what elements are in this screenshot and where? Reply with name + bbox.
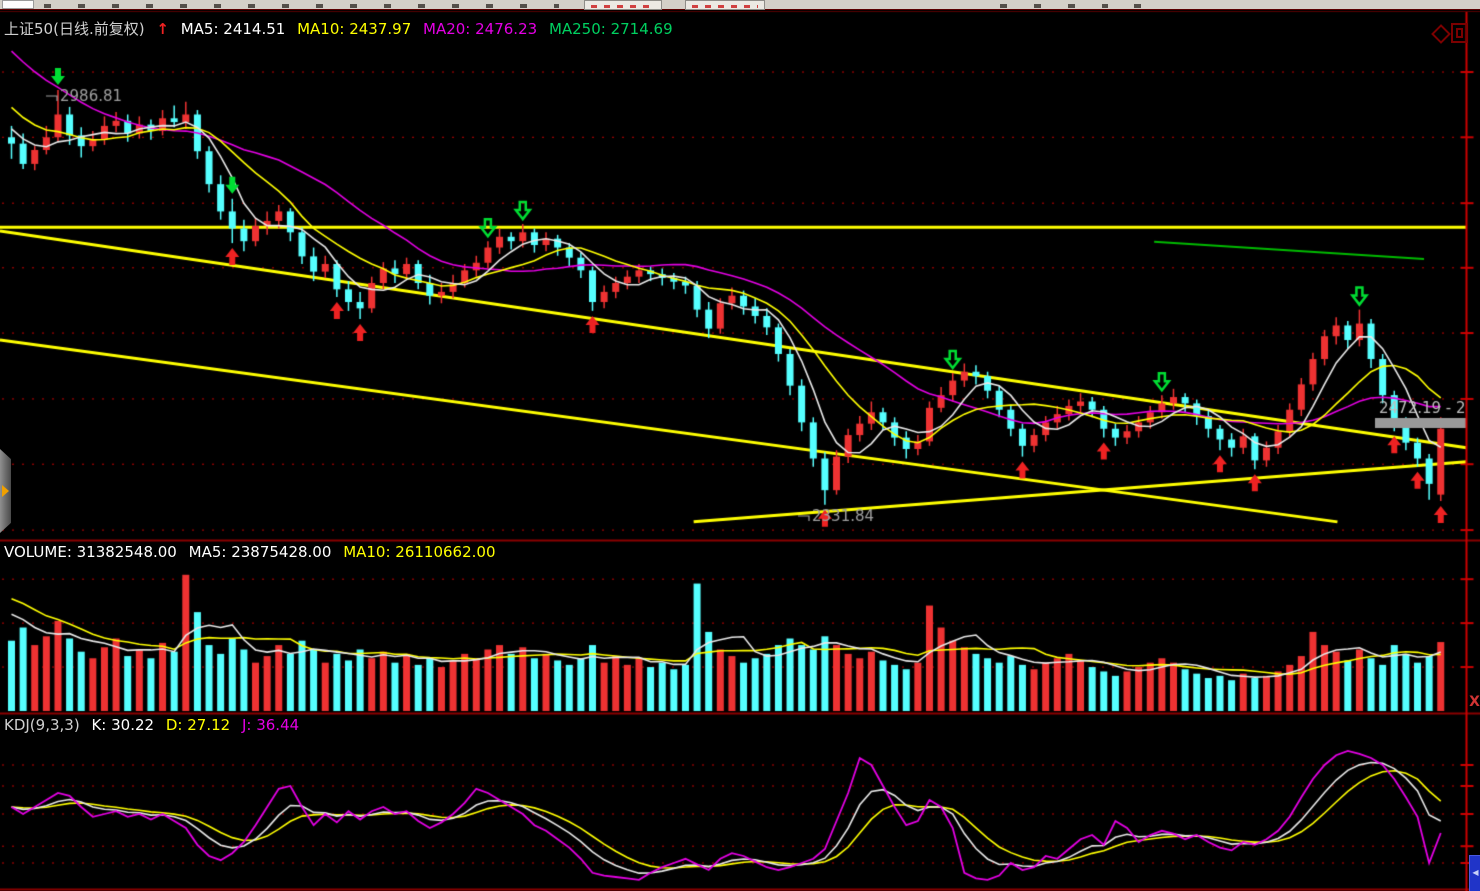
- main-chart-header: 上证50(日线.前复权) ↑ MA5: 2414.51 MA10: 2437.9…: [4, 21, 680, 38]
- kdj-header: KDJ(9,3,3) K: 30.22 D: 27.12 J: 36.44: [4, 717, 306, 734]
- volume-header: VOLUME: 31382548.00 MA5: 23875428.00 MA1…: [4, 544, 503, 561]
- ma5-value: MA5: 2414.51: [181, 20, 286, 38]
- menubar-text-fragments: [44, 4, 559, 8]
- kdj-d-value: D: 27.12: [166, 716, 230, 734]
- indicator-close-button[interactable]: X: [1469, 693, 1480, 712]
- sidebar-handle[interactable]: [0, 449, 11, 533]
- trading-app-window: 上证50(日线.前复权) ↑ MA5: 2414.51 MA10: 2437.9…: [0, 0, 1480, 891]
- ma20-value: MA20: 2476.23: [423, 20, 537, 38]
- top-menubar[interactable]: [0, 0, 1480, 10]
- menubar-text-fragments-right2: [1134, 4, 1162, 8]
- toolbar-button-2[interactable]: [685, 0, 765, 10]
- kdj-k-value: K: 30.22: [91, 716, 154, 734]
- kdj-name: KDJ(9,3,3): [4, 716, 80, 734]
- toolbar-button-1[interactable]: [584, 0, 662, 10]
- trend-up-icon: ↑: [156, 20, 169, 38]
- expand-arrow-icon: [2, 485, 9, 497]
- chart-canvas[interactable]: [0, 0, 1480, 891]
- menubar-text-fragments-right: [1000, 4, 1108, 8]
- ma250-value: MA250: 2714.69: [549, 20, 673, 38]
- volume-ma5-value: MA5: 23875428.00: [189, 543, 332, 561]
- volume-ma10-value: MA10: 26110662.00: [343, 543, 495, 561]
- menubar-input-box[interactable]: [2, 0, 34, 9]
- ma10-value: MA10: 2437.97: [297, 20, 411, 38]
- kdj-j-value: J: 36.44: [242, 716, 299, 734]
- volume-value: VOLUME: 31382548.00: [4, 543, 177, 561]
- restore-window-icon[interactable]: [1451, 23, 1468, 43]
- symbol-title: 上证50(日线.前复权): [4, 20, 145, 38]
- scroll-left-button[interactable]: ◀: [1469, 855, 1480, 891]
